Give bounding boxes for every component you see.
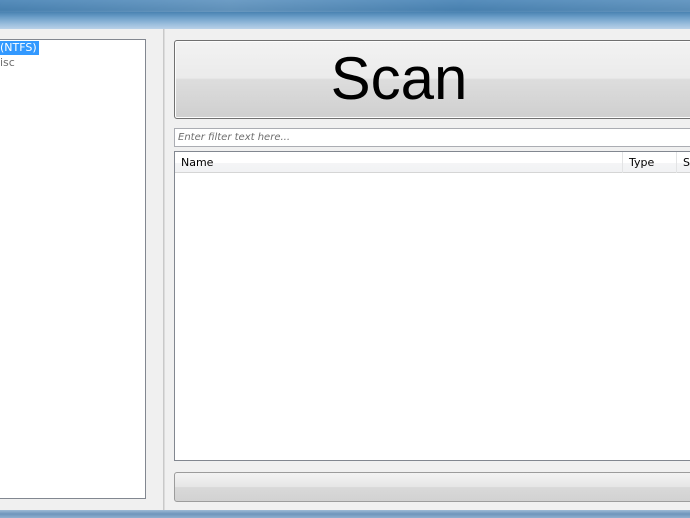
scan-progress-bar <box>174 472 690 502</box>
filter-input[interactable] <box>178 131 690 144</box>
tree-item-disc[interactable]: isc <box>0 56 17 70</box>
filter-field[interactable] <box>174 128 690 147</box>
scan-button-label: Scan <box>330 45 468 112</box>
drive-tree-view[interactable]: (NTFS) isc <box>0 39 146 499</box>
scan-button[interactable]: Scan <box>174 40 690 119</box>
panel-splitter[interactable] <box>163 29 165 510</box>
tree-item-ntfs-drive[interactable]: (NTFS) <box>0 41 39 55</box>
list-header: Name Type Si <box>175 152 690 173</box>
column-header-name[interactable]: Name <box>175 152 623 173</box>
taskbar-edge <box>0 510 690 518</box>
file-list-view[interactable]: Name Type Si <box>174 151 690 461</box>
column-header-type[interactable]: Type <box>623 152 677 173</box>
column-header-size[interactable]: Si <box>677 152 690 173</box>
window-title-bar[interactable] <box>0 0 690 29</box>
